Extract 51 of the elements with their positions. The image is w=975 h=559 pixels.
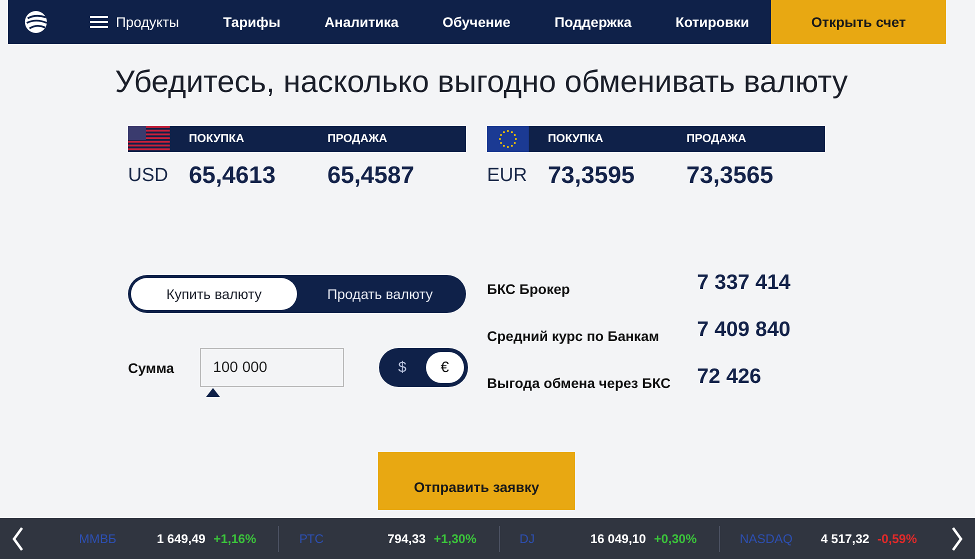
result-label: БКС Брокер — [487, 281, 571, 297]
result-value: 7 409 840 — [697, 318, 790, 342]
currency-option[interactable]: $ — [383, 352, 422, 383]
index-change: +1,30% — [434, 532, 476, 546]
index-name: ММВБ — [79, 532, 116, 546]
mode-tab[interactable]: Купить валюту — [131, 278, 297, 310]
products-menu[interactable]: Продукты — [68, 14, 202, 30]
mode-tab[interactable]: Продать валюту — [297, 278, 463, 310]
index-change: +1,16% — [214, 532, 256, 546]
flag-icon — [487, 126, 529, 152]
index-price: 16 049,10 — [590, 532, 646, 546]
nav-link[interactable]: Тарифы — [201, 14, 302, 30]
index-price: 1 649,49 — [156, 532, 206, 546]
index-change: +0,30% — [654, 532, 697, 546]
result-value: 72 426 — [697, 365, 762, 389]
previous-icon[interactable] — [12, 526, 24, 552]
pointer-icon — [205, 387, 221, 397]
open-account-button[interactable]: Открыть счет — [771, 0, 946, 44]
index-change: -0,59% — [877, 532, 917, 546]
amount-label: Сумма — [128, 360, 176, 376]
index-name: NASDAQ — [740, 532, 793, 546]
submit-button[interactable]: Отправить заявку — [378, 452, 575, 510]
index-price: 4 517,32 — [820, 532, 870, 546]
currency-option[interactable]: € — [426, 352, 464, 383]
column-label: ПРОДАЖА — [686, 133, 748, 145]
nav-link[interactable]: Котировки — [654, 14, 772, 30]
next-icon[interactable] — [951, 526, 963, 552]
column-label: ПРОДАЖА — [327, 133, 388, 145]
result-label: Средний курс по Банкам — [487, 328, 660, 344]
index-name: DJ — [520, 532, 535, 546]
result-value: 7 337 414 — [697, 271, 790, 295]
page-heading: Убедитесь, насколько выгодно обменивать валюту — [115, 64, 849, 100]
nav-link[interactable]: Поддержка — [532, 14, 654, 30]
currency-code: EUR — [487, 165, 528, 187]
result-label: Выгода обмена через БКС — [487, 375, 672, 391]
index-name: РТС — [299, 532, 324, 546]
nav-link[interactable]: Обучение — [420, 14, 532, 30]
column-label: ПОКУПКА — [188, 133, 246, 145]
nav-link[interactable]: Продукты — [116, 14, 180, 30]
menu-icon — [90, 16, 108, 28]
globe-logo-icon[interactable] — [24, 9, 48, 35]
currency-code: USD — [128, 165, 170, 187]
column-label: ПОКУПКА — [546, 133, 604, 145]
sell-rate: 65,4587 — [327, 162, 416, 190]
sell-rate: 73,3565 — [686, 162, 774, 190]
amount-field[interactable]: 100 000 — [200, 348, 344, 387]
flag-icon — [128, 126, 170, 152]
buy-rate: 73,3595 — [548, 162, 636, 190]
buy-rate: 65,4613 — [188, 162, 277, 190]
index-price: 794,33 — [388, 532, 426, 546]
nav-link[interactable]: Аналитика — [302, 14, 421, 30]
